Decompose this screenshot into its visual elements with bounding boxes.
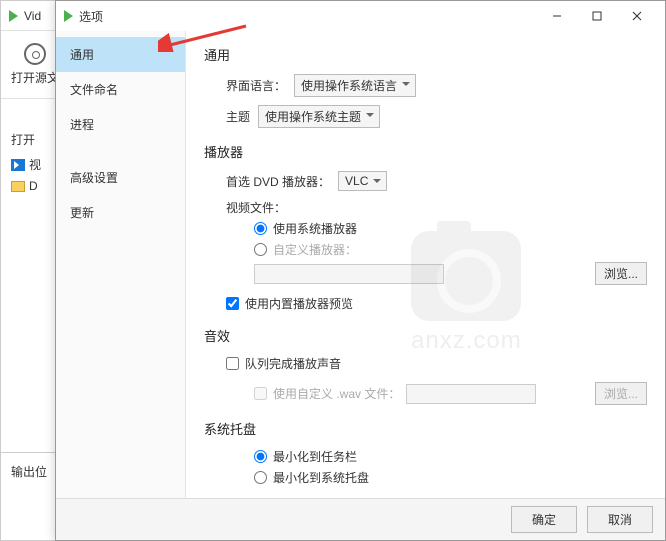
close-button[interactable] — [617, 2, 657, 30]
radio-custom-player-input[interactable] — [254, 243, 267, 256]
radio-min-tray[interactable]: 最小化到系统托盘 — [254, 469, 647, 486]
sidebar-item-general[interactable]: 通用 — [56, 37, 185, 72]
sidebar-item-advanced[interactable]: 高级设置 — [56, 160, 185, 195]
maximize-icon — [592, 11, 602, 21]
custom-wav-path-input — [406, 384, 536, 404]
video-file-icon — [11, 159, 25, 171]
section-audio-title: 音效 — [204, 326, 647, 345]
open-source-button[interactable]: 打开源文 — [11, 43, 59, 86]
video-files-label: 视频文件： — [226, 199, 647, 216]
radio-min-taskbar-input[interactable] — [254, 450, 267, 463]
radio-system-player-input[interactable] — [254, 222, 267, 235]
main-sidebar: 打开 视 D — [11, 131, 41, 199]
radio-min-tray-input[interactable] — [254, 471, 267, 484]
cancel-button[interactable]: 取消 — [587, 506, 653, 533]
ok-button[interactable]: 确定 — [511, 506, 577, 533]
browse-wav-button[interactable]: 浏览... — [595, 382, 647, 405]
open-source-label: 打开源文 — [11, 69, 59, 86]
folder-icon — [11, 181, 25, 192]
sidebar-item-d[interactable]: D — [11, 179, 41, 193]
row-dvd-player: 首选 DVD 播放器： VLC — [226, 171, 647, 191]
options-dialog: 选项 通用 文件命名 进程 高级设置 更新 anxz.com — [55, 0, 666, 541]
row-ui-language: 界面语言： 使用操作系统语言 — [226, 74, 647, 97]
custom-player-path-input[interactable] — [254, 264, 444, 284]
radio-min-taskbar[interactable]: 最小化到任务栏 — [254, 448, 647, 465]
section-tray-title: 系统托盘 — [204, 419, 647, 438]
custom-player-path-row: 浏览... — [254, 262, 647, 285]
radio-custom-player[interactable]: 自定义播放器： — [254, 241, 647, 258]
browse-player-button[interactable]: 浏览... — [595, 262, 647, 285]
theme-select[interactable]: 使用操作系统主题 — [258, 105, 380, 128]
sidebar-item-progress[interactable]: 进程 — [56, 107, 185, 142]
check-custom-wav-input — [254, 387, 267, 400]
ui-language-select[interactable]: 使用操作系统语言 — [294, 74, 416, 97]
window-controls — [537, 2, 657, 30]
row-theme: 主题 使用操作系统主题 — [226, 105, 647, 128]
dialog-footer: 确定 取消 — [56, 498, 665, 540]
check-builtin-preview-input[interactable] — [226, 297, 239, 310]
radio-system-player[interactable]: 使用系统播放器 — [254, 220, 647, 237]
sidebar-item-video[interactable]: 视 — [11, 156, 41, 173]
minimize-icon — [552, 11, 562, 21]
check-queue-done-sound[interactable]: 队列完成播放声音 — [226, 355, 647, 372]
disc-icon — [24, 43, 46, 65]
check-queue-done-sound-input[interactable] — [226, 357, 239, 370]
dvd-player-select[interactable]: VLC — [338, 171, 387, 191]
check-builtin-preview[interactable]: 使用内置播放器预览 — [226, 295, 647, 312]
ui-language-label: 界面语言： — [226, 77, 286, 94]
app-play-icon — [64, 10, 73, 22]
app-play-icon — [9, 10, 18, 22]
close-icon — [632, 11, 642, 21]
section-general-title: 通用 — [204, 45, 647, 64]
dialog-body: 通用 文件命名 进程 高级设置 更新 anxz.com 通用 界面语言： 使用操… — [56, 31, 665, 498]
check-custom-wav: 使用自定义 .wav 文件： 浏览... — [254, 382, 647, 405]
maximize-button[interactable] — [577, 2, 617, 30]
main-title: Vid — [24, 9, 41, 23]
dialog-title: 选项 — [79, 8, 103, 25]
dialog-content: anxz.com 通用 界面语言： 使用操作系统语言 主题 使用操作系统主题 播… — [186, 31, 665, 498]
dvd-player-label: 首选 DVD 播放器： — [226, 173, 330, 190]
sidebar-open-head: 打开 — [11, 131, 41, 148]
dialog-titlebar: 选项 — [56, 1, 665, 31]
minimize-button[interactable] — [537, 2, 577, 30]
theme-label: 主题 — [226, 108, 250, 125]
dialog-sidebar: 通用 文件命名 进程 高级设置 更新 — [56, 31, 186, 498]
section-player-title: 播放器 — [204, 142, 647, 161]
sidebar-item-update[interactable]: 更新 — [56, 195, 185, 230]
sidebar-item-filenaming[interactable]: 文件命名 — [56, 72, 185, 107]
